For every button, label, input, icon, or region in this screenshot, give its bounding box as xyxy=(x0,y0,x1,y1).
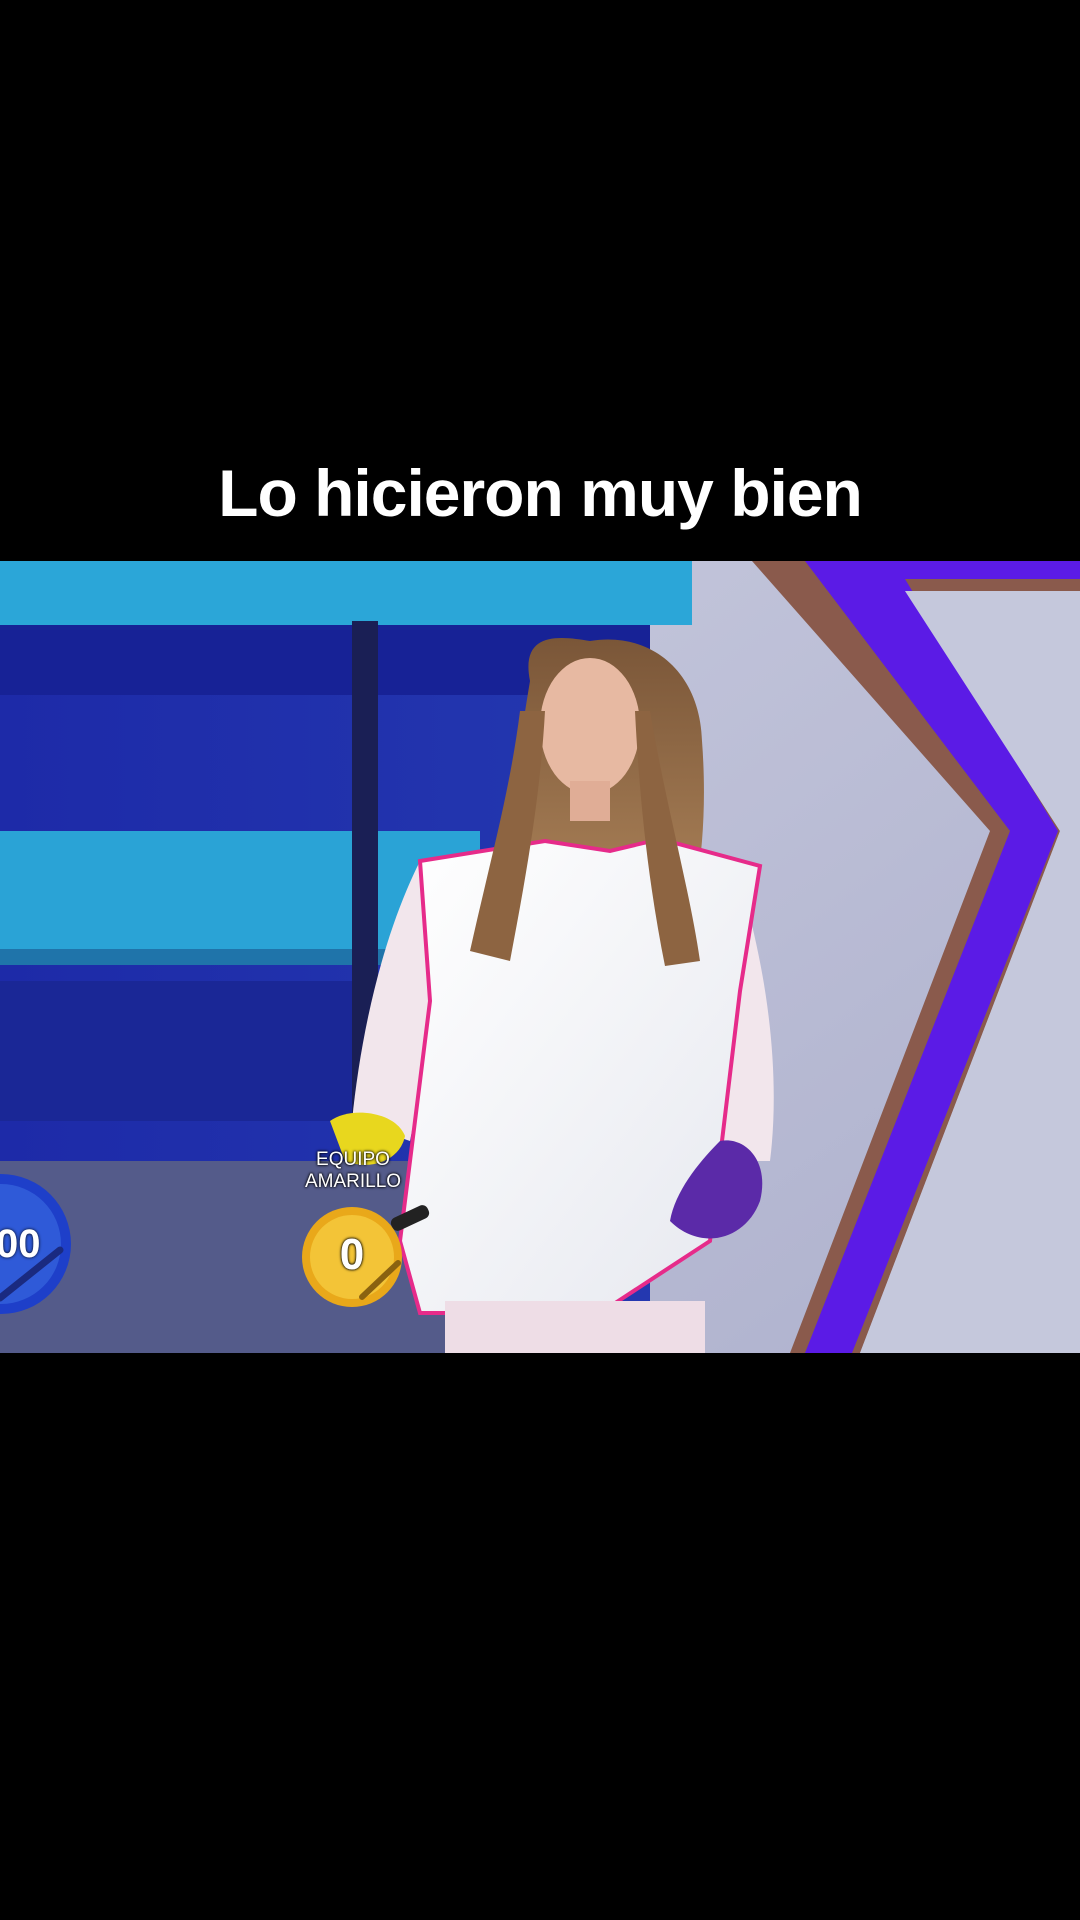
yellow-team-score: 0 xyxy=(339,1230,365,1279)
studio-scene xyxy=(0,561,1080,1353)
team-label-yellow: EQUIPO AMARILLO xyxy=(304,1149,402,1192)
video-frame[interactable] xyxy=(0,561,1080,1353)
video-caption: Lo hicieron muy bien xyxy=(218,456,863,530)
blue-team-score: 00 xyxy=(0,1222,41,1266)
